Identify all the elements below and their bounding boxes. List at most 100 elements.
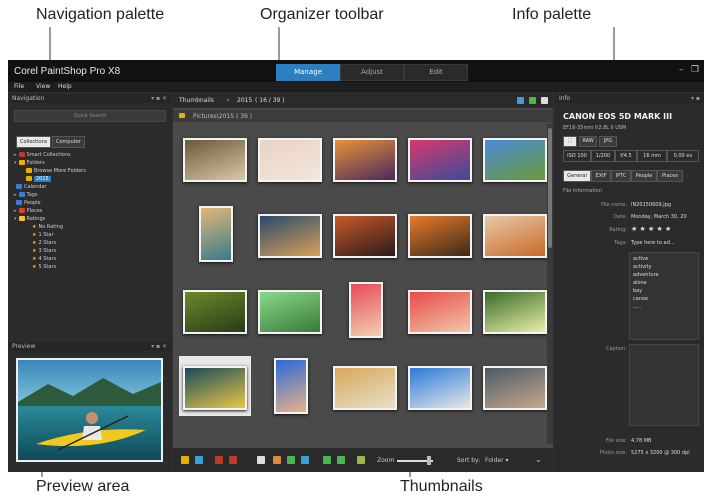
- expander-icon[interactable]: ▸: [14, 192, 17, 198]
- tag-item[interactable]: adventure: [633, 272, 659, 278]
- expander-icon[interactable]: ▾: [14, 216, 17, 222]
- thumbnail-image: [349, 282, 383, 338]
- rating-filter-item[interactable]: ★ 5 Stars: [32, 264, 56, 271]
- photo-thumbnail[interactable]: [179, 356, 251, 416]
- details-view-icon[interactable]: [541, 97, 548, 104]
- photo-thumbnail[interactable]: [479, 204, 551, 264]
- tree-item[interactable]: ▸ Smart Collections: [14, 152, 71, 159]
- rotate-right-icon[interactable]: [229, 456, 237, 464]
- tab-manage[interactable]: Manage: [276, 64, 340, 81]
- organizer-label: Thumbnails: [179, 97, 214, 104]
- thumbnail-image: [483, 366, 547, 410]
- tags-input[interactable]: Type here to ad...: [631, 240, 675, 246]
- photo-thumbnail[interactable]: [179, 204, 251, 264]
- expander-icon[interactable]: ▸: [14, 208, 17, 214]
- breadcrumb-folder[interactable]: 2015: [237, 97, 252, 104]
- format-jpg[interactable]: JPG: [599, 136, 617, 147]
- menu-view[interactable]: View: [36, 83, 50, 90]
- photo-thumbnail[interactable]: [404, 204, 476, 264]
- zoom-slider-handle[interactable]: [427, 456, 431, 465]
- tab-exif[interactable]: EXIF: [591, 170, 611, 182]
- tab-computer[interactable]: Computer: [52, 136, 85, 148]
- tag-item[interactable]: .....: [633, 304, 641, 310]
- menu-help[interactable]: Help: [58, 83, 72, 90]
- format-icon[interactable]: ⬚: [563, 136, 577, 147]
- rating-filter-item[interactable]: ★ 3 Stars: [32, 248, 56, 255]
- photo-thumbnail[interactable]: [479, 356, 551, 416]
- tab-general[interactable]: General: [563, 170, 591, 182]
- tree-item[interactable]: ▸ Tags: [14, 192, 38, 199]
- slideshow-icon[interactable]: [301, 456, 309, 464]
- rating-filter-item[interactable]: ★ 4 Stars: [32, 256, 56, 263]
- clear-icon[interactable]: [357, 456, 365, 464]
- photo-thumbnail[interactable]: [404, 356, 476, 416]
- sort-select[interactable]: Folder ▾: [485, 457, 508, 464]
- star-icon: ★: [32, 224, 37, 230]
- photo-thumbnail[interactable]: [179, 128, 251, 188]
- date-value: Monday, March 30, 20: [631, 214, 687, 220]
- tag-list[interactable]: active activity adventure alone bay canoe....…: [629, 252, 699, 340]
- tab-people[interactable]: People: [631, 170, 657, 182]
- photo-thumbnail[interactable]: [254, 204, 326, 264]
- app-title: Corel PaintShop Pro X8: [14, 66, 121, 77]
- tree-item[interactable]: Calendar: [14, 184, 46, 191]
- photo-thumbnail[interactable]: [329, 280, 401, 340]
- people-icon[interactable]: [257, 456, 265, 464]
- rating-filter-item[interactable]: ★ 1 Star: [32, 232, 54, 239]
- print-icon[interactable]: [273, 456, 281, 464]
- tab-adjust[interactable]: Adjust: [340, 64, 404, 81]
- expander-icon[interactable]: ▾: [14, 160, 17, 166]
- photo-thumbnail[interactable]: [479, 280, 551, 340]
- rating-filter-item[interactable]: ★ 2 Stars: [32, 240, 56, 247]
- expander-icon[interactable]: ▸: [14, 152, 17, 158]
- redo-icon[interactable]: [337, 456, 345, 464]
- photo-thumbnail[interactable]: [404, 128, 476, 188]
- photo-thumbnail[interactable]: [479, 128, 551, 188]
- tag-item[interactable]: active: [633, 256, 648, 262]
- tree-item[interactable]: People: [14, 200, 41, 207]
- photo-thumbnail[interactable]: [329, 356, 401, 416]
- photo-thumbnail[interactable]: [329, 204, 401, 264]
- tag-item[interactable]: canoe: [633, 296, 648, 302]
- photo-thumbnail[interactable]: [404, 280, 476, 340]
- photo-thumbnail[interactable]: [254, 280, 326, 340]
- maximize-icon[interactable]: ❐: [691, 65, 699, 75]
- tag-item[interactable]: bay: [633, 288, 642, 294]
- tab-edit[interactable]: Edit: [404, 64, 468, 81]
- photo-thumbnail[interactable]: [254, 128, 326, 188]
- tree-item[interactable]: ▾ Folders: [14, 160, 45, 167]
- tree-item[interactable]: ▾ Ratings: [14, 216, 45, 223]
- format-raw[interactable]: RAW: [579, 136, 597, 147]
- rating-stars[interactable]: ★ ★ ★ ★ ★: [631, 225, 671, 233]
- tree-item[interactable]: Browse More Folders: [24, 168, 86, 175]
- preview-panel-controls[interactable]: ▾ ▪ ✕: [151, 342, 167, 351]
- star-icon: ★: [32, 264, 37, 270]
- photo-thumbnail[interactable]: [329, 128, 401, 188]
- map-icon[interactable]: [517, 97, 524, 104]
- tree-item[interactable]: ▸ Places: [14, 208, 42, 215]
- caption-input[interactable]: [629, 344, 699, 426]
- tag-item[interactable]: activity: [633, 264, 651, 270]
- photo-thumbnail[interactable]: [179, 280, 251, 340]
- tab-places[interactable]: Places: [657, 170, 683, 182]
- thumbnail-view-icon[interactable]: [529, 97, 536, 104]
- quick-search-input[interactable]: Quick Search: [14, 110, 166, 122]
- scrollbar-thumb[interactable]: [548, 128, 552, 248]
- share-icon[interactable]: [287, 456, 295, 464]
- info-panel-controls[interactable]: ▾ ▪: [691, 94, 700, 103]
- rotate-left-icon[interactable]: [215, 456, 223, 464]
- rating-filter-item[interactable]: ★ No Rating: [32, 224, 63, 231]
- tab-collections[interactable]: Collections: [16, 136, 52, 148]
- thumbnail-scrollbar[interactable]: [547, 124, 553, 444]
- chevron-down-icon[interactable]: ⌄: [535, 455, 542, 464]
- tag-item[interactable]: alone: [633, 280, 647, 286]
- navigation-panel-controls[interactable]: ▾ ▪ ✕: [151, 94, 167, 103]
- filmstrip-icon[interactable]: [181, 456, 189, 464]
- tree-item[interactable]: 2015: [24, 176, 51, 183]
- compare-icon[interactable]: [195, 456, 203, 464]
- undo-icon[interactable]: [323, 456, 331, 464]
- menu-file[interactable]: File: [14, 83, 24, 90]
- tab-iptc[interactable]: IPTC: [611, 170, 631, 182]
- photo-thumbnail[interactable]: [254, 356, 326, 416]
- minimize-icon[interactable]: –: [679, 65, 684, 75]
